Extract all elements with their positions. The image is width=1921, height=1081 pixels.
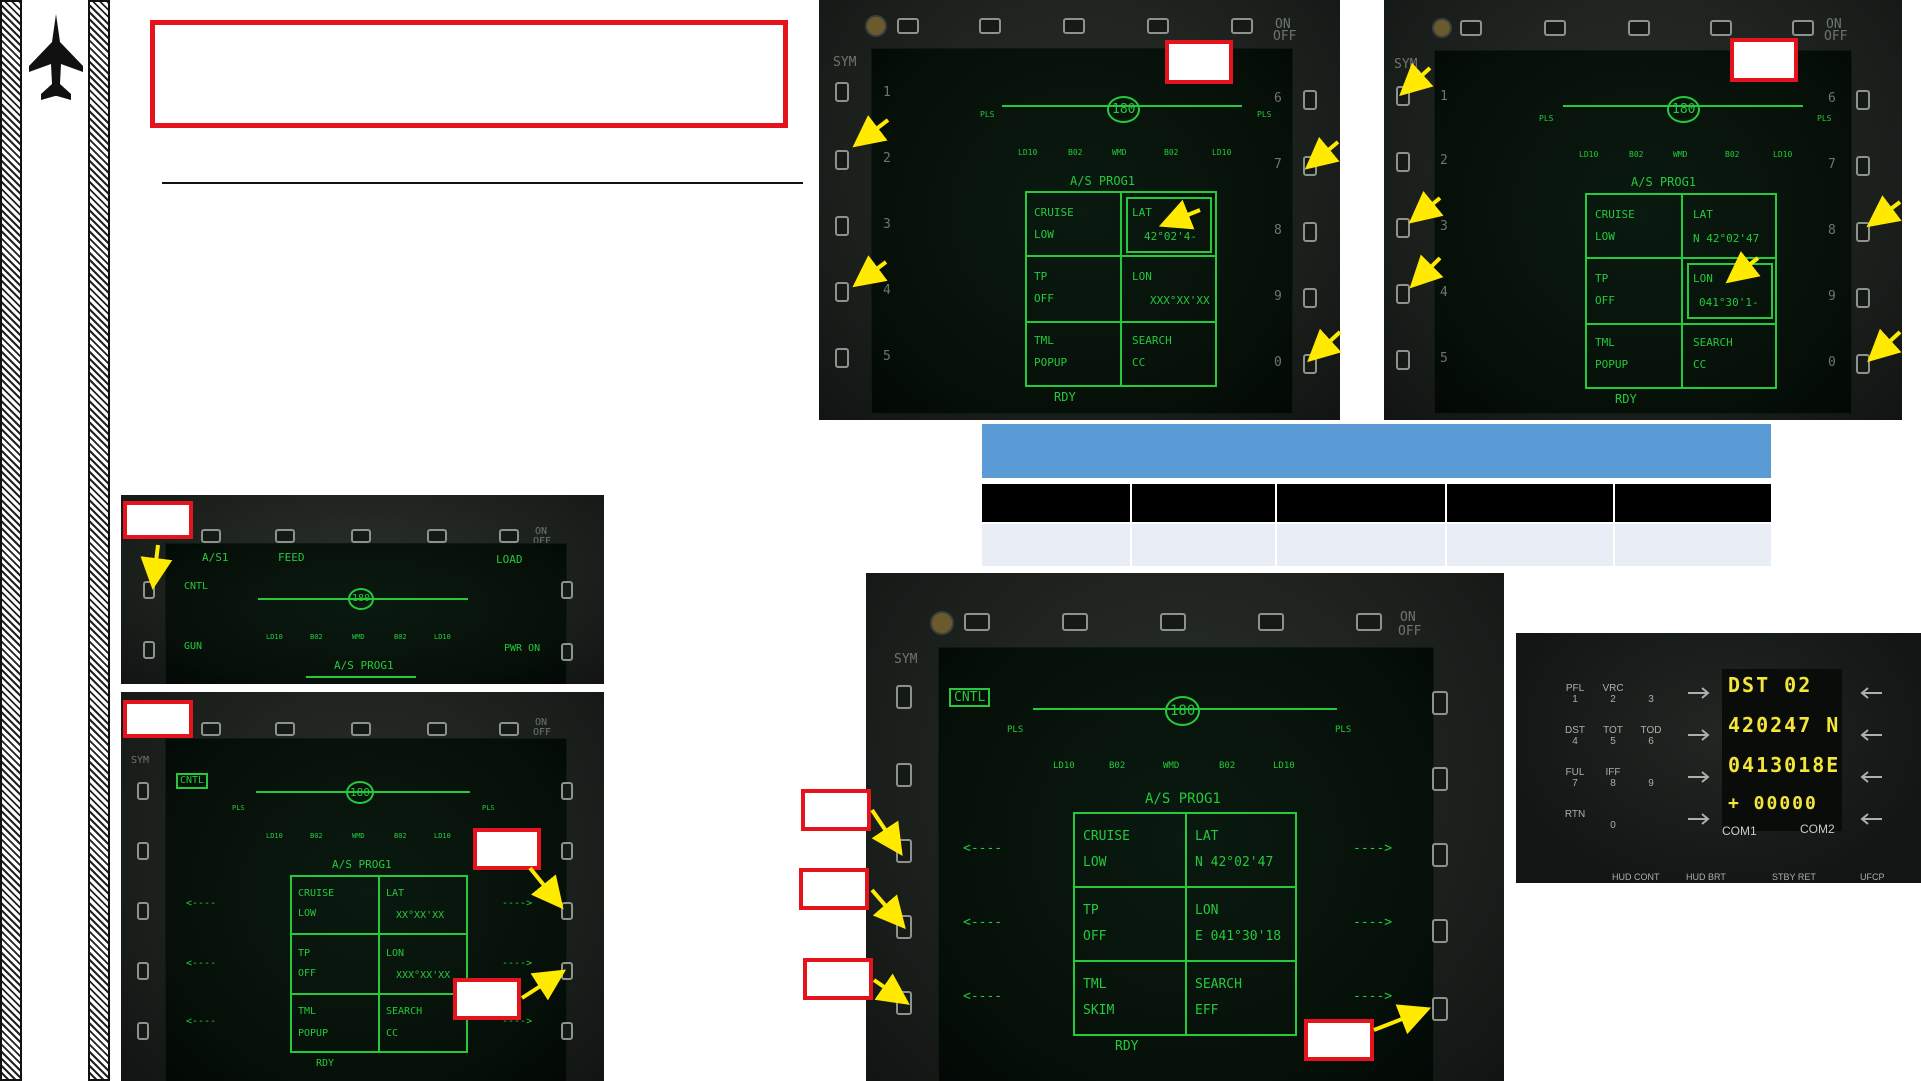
yellow-arrow bbox=[872, 973, 910, 1005]
yellow-arrow bbox=[528, 866, 564, 910]
yellow-arrow bbox=[1399, 62, 1434, 97]
yellow-arrow bbox=[1866, 195, 1902, 228]
yellow-arrow bbox=[1867, 328, 1902, 363]
yellow-arrow bbox=[1307, 328, 1342, 363]
annotation-arrows bbox=[140, 62, 1902, 1035]
yellow-arrow bbox=[1373, 1004, 1432, 1035]
yellow-arrow bbox=[1725, 251, 1761, 284]
yellow-arrow bbox=[870, 808, 903, 856]
yellow-arrow bbox=[140, 544, 173, 590]
yellow-arrow bbox=[852, 255, 888, 288]
yellow-arrow bbox=[870, 888, 906, 930]
yellow-arrow bbox=[1408, 190, 1444, 224]
yellow-arrow bbox=[1409, 254, 1444, 289]
yellow-arrow bbox=[1304, 136, 1340, 170]
yellow-arrow bbox=[520, 969, 567, 1001]
yellow-arrow bbox=[1158, 199, 1201, 230]
yellow-arrow bbox=[852, 115, 890, 148]
